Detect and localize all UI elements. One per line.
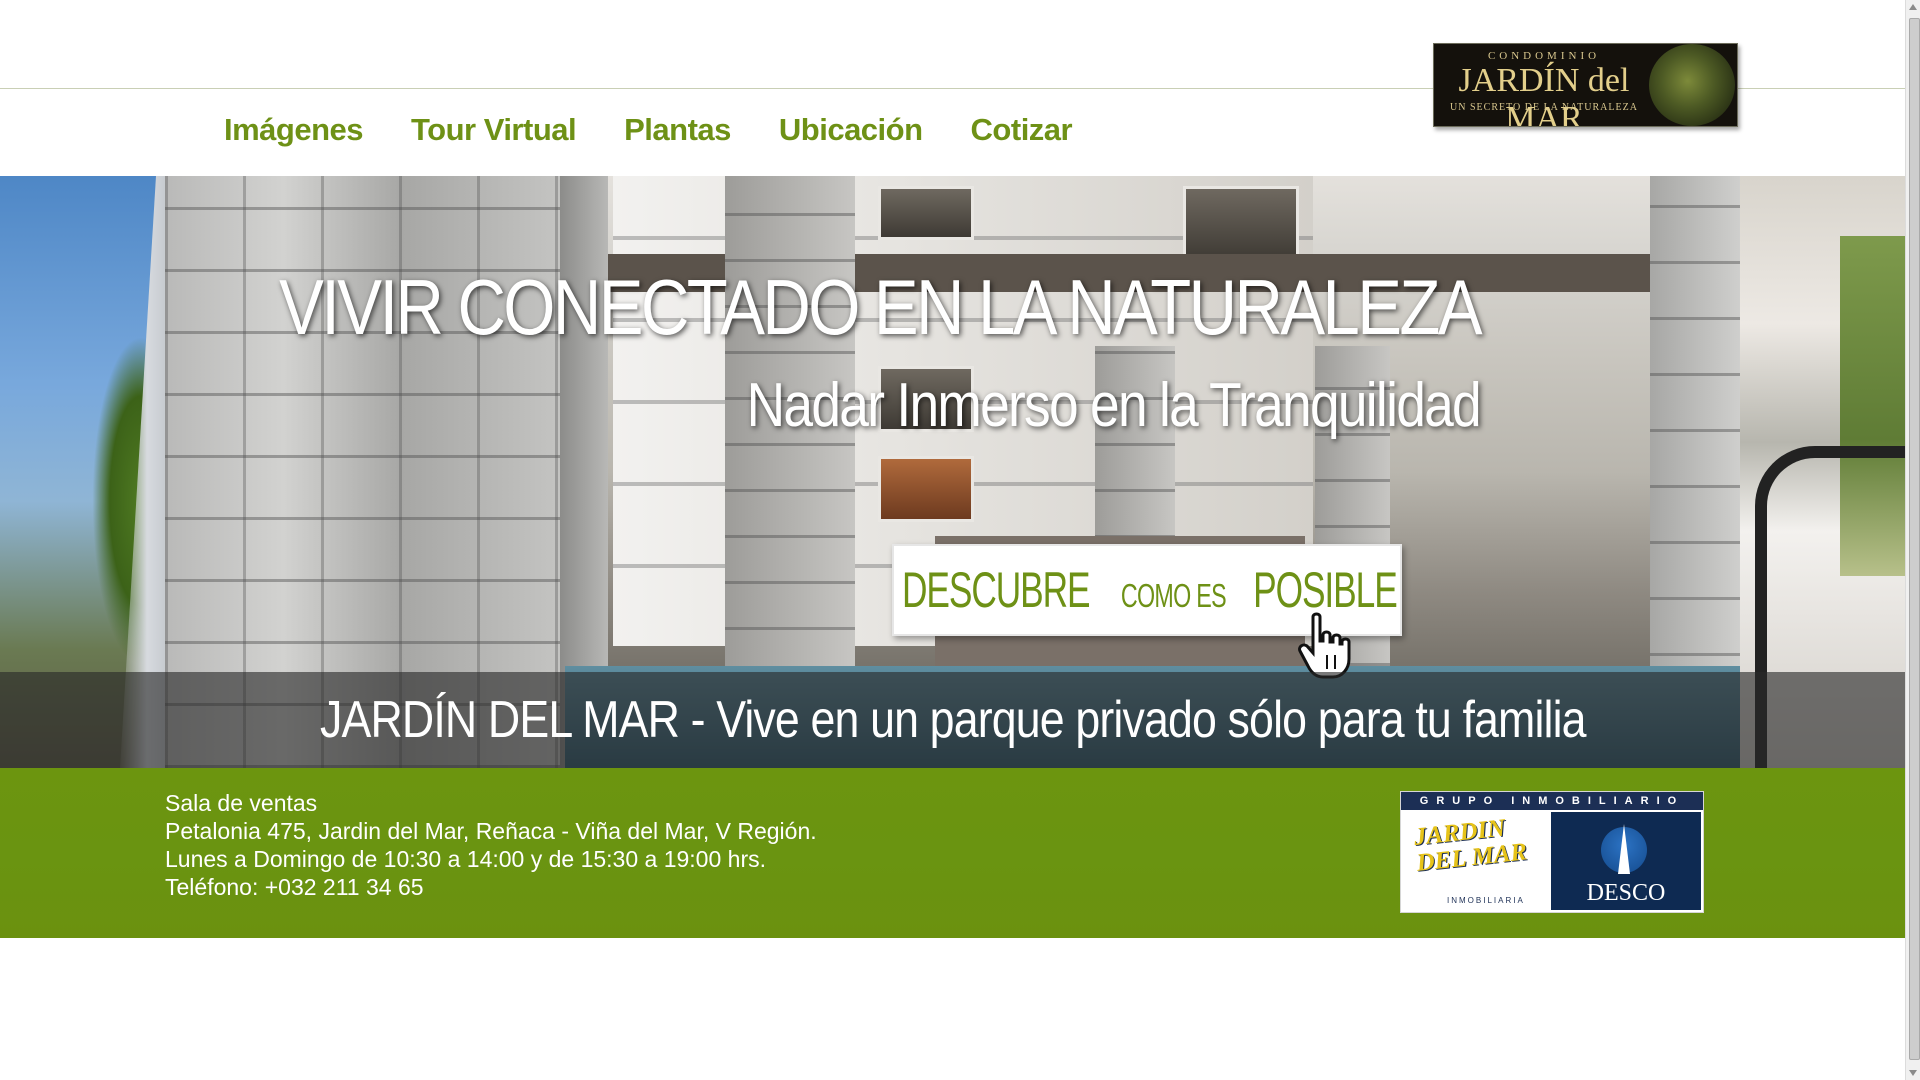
window — [878, 456, 974, 522]
desco-logo: DESCO — [1551, 812, 1701, 910]
desco-logo-text: DESCO — [1586, 880, 1666, 906]
nav-item-ubicacion[interactable]: Ubicación — [779, 112, 923, 148]
logo-condominio-text: CONDOMINIO — [1487, 50, 1601, 62]
jardin-del-mar-inmobiliaria-logo: JARDIN DEL MAR INMOBILIARIA — [1403, 812, 1549, 910]
vertical-scrollbar[interactable] — [1905, 0, 1920, 1080]
window — [878, 186, 974, 240]
window — [1183, 186, 1299, 262]
cta-text-part1: DESCUBRE — [901, 562, 1091, 618]
scrollbar-thumb[interactable] — [1909, 18, 1920, 1060]
nav-item-tour-virtual[interactable]: Tour Virtual — [411, 112, 577, 148]
sales-office-hours: Lunes a Domingo de 10:30 a 14:00 y de 15… — [165, 846, 766, 872]
nav-item-cotizar[interactable]: Cotizar — [971, 112, 1073, 148]
page: CONDOMINIO JARDÍN del MAR UN SECRETO DE … — [0, 0, 1905, 1080]
group-logo-header: GRUPO INMOBILIARIO — [1401, 792, 1703, 810]
sales-office-info: Sala de ventas Petalonia 475, Jardin del… — [165, 789, 817, 901]
logo-tagline-text: UN SECRETO DE LA NATURALEZA — [1450, 102, 1638, 113]
scroll-down-arrow-icon[interactable] — [1909, 1070, 1917, 1076]
hero-caption-text: JARDÍN DEL MAR - Vive en un parque priva… — [319, 691, 1587, 749]
hand-pointer-icon — [1298, 612, 1351, 679]
scroll-up-arrow-icon[interactable] — [1909, 4, 1917, 10]
logo-leaf-emblem — [1649, 44, 1735, 126]
cta-text-part2: COMO ES — [1120, 577, 1227, 614]
hero-caption: JARDÍN DEL MAR - Vive en un parque priva… — [0, 690, 1905, 750]
nav-item-imagenes[interactable]: Imágenes — [224, 112, 364, 148]
main-nav: Imágenes Tour Virtual Plantas Ubicación … — [224, 112, 1120, 148]
inmobiliaria-text: INMOBILIARIA — [1447, 896, 1525, 905]
jardin-del-mar-logo-text: JARDIN DEL MAR — [1412, 814, 1529, 877]
sales-office-title: Sala de ventas — [165, 790, 318, 816]
hero-slider: VIVIR CONECTADO EN LA NATURALEZA Nadar I… — [0, 176, 1905, 768]
hero-subline: Nadar Inmerso en la Tranquilidad — [746, 371, 1482, 440]
sales-office-address: Petalonia 475, Jardin del Mar, Reñaca - … — [165, 818, 817, 844]
nav-item-plantas[interactable]: Plantas — [624, 112, 731, 148]
logo-name-text: JARDÍN del MAR — [1458, 62, 1630, 127]
site-logo[interactable]: CONDOMINIO JARDÍN del MAR UN SECRETO DE … — [1433, 43, 1738, 127]
group-logo[interactable]: GRUPO INMOBILIARIO JARDIN DEL MAR INMOBI… — [1400, 791, 1704, 913]
hero-headline: VIVIR CONECTADO EN LA NATURALEZA — [279, 263, 1482, 351]
sales-office-phone: Teléfono: +032 211 34 65 — [165, 874, 424, 900]
